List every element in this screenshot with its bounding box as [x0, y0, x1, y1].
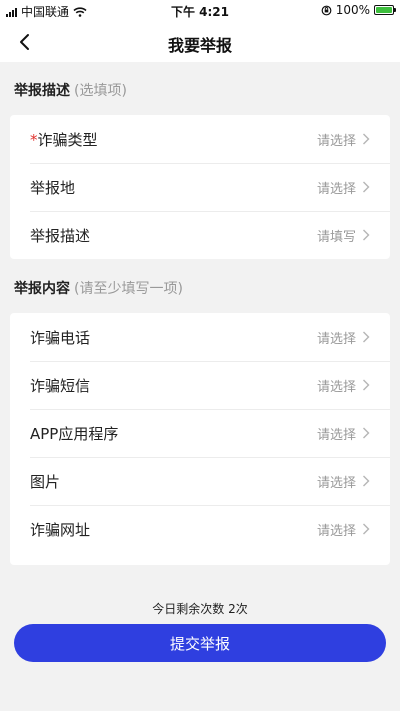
row-value: 请选择 [316, 523, 356, 539]
row-label-text: 诈骗类型 [37, 130, 98, 149]
chevron-right-icon [363, 475, 370, 487]
row-fraud-sms[interactable]: 诈骗短信 请选择 [10, 361, 390, 409]
chevron-right-icon [363, 181, 370, 193]
section-desc-heading: 举报描述 [14, 83, 70, 99]
chevron-right-icon [363, 133, 370, 145]
section-content-title: 举报内容 (请至少填写一项) [14, 278, 183, 298]
battery-icon [374, 5, 396, 15]
row-label: 图片 [30, 472, 61, 491]
required-mark: * [30, 130, 38, 149]
row-label: *诈骗类型 [30, 129, 317, 150]
page-title: 我要举报 [167, 36, 232, 55]
section-desc-title: 举报描述 (选填项) [14, 80, 127, 100]
submit-report-button[interactable]: 提交举报 [14, 624, 386, 662]
chevron-right-icon [363, 427, 370, 439]
nav-bar: 我要举报 [0, 22, 400, 62]
row-image[interactable]: 图片 请选择 [10, 457, 390, 505]
row-fraud-phone[interactable]: 诈骗电话 请选择 [10, 313, 390, 361]
remaining-count: 今日剩余次数 2次 [152, 602, 248, 616]
row-value: 请选择 [316, 181, 356, 197]
row-value: 请选择 [316, 331, 356, 347]
row-label: 诈骗网址 [30, 520, 91, 539]
row-app[interactable]: APP应用程序 请选择 [10, 409, 390, 457]
row-value: 请填写 [316, 229, 356, 245]
chevron-right-icon [363, 331, 370, 343]
row-value: 请选择 [316, 379, 356, 395]
row-value: 请选择 [316, 133, 356, 149]
status-right: 100% [321, 3, 396, 17]
row-value: 请选择 [316, 475, 356, 491]
battery-percent: 100% [335, 3, 370, 17]
row-report-location[interactable]: 举报地 请选择 [10, 163, 390, 211]
row-value: 请选择 [316, 427, 356, 443]
row-label: APP应用程序 [30, 424, 119, 443]
row-label: 举报描述 [30, 226, 91, 245]
chevron-right-icon [363, 523, 370, 535]
content-card: 诈骗电话 请选择 诈骗短信 请选择 APP应用程序 请选择 图片 请选择 诈骗网… [10, 313, 390, 565]
chevron-right-icon [363, 379, 370, 391]
row-label: 诈骗电话 [30, 328, 91, 347]
row-fraud-url[interactable]: 诈骗网址 请选择 [10, 505, 390, 553]
status-bar: 中国联通 下午 4:21 100% [0, 0, 400, 22]
chevron-right-icon [363, 229, 370, 241]
row-label: 诈骗短信 [30, 376, 91, 395]
desc-card: *诈骗类型 请选择 举报地 请选择 举报描述 请填写 [10, 115, 390, 259]
orientation-lock-icon [321, 5, 332, 15]
section-content-heading: 举报内容 [14, 281, 70, 297]
battery-fill [376, 7, 392, 13]
section-desc-hint: (选填项) [74, 83, 127, 99]
section-content-hint: (请至少填写一项) [74, 281, 183, 297]
row-report-description[interactable]: 举报描述 请填写 [10, 211, 390, 259]
row-label: 举报地 [30, 178, 76, 197]
row-fraud-type[interactable]: *诈骗类型 请选择 [10, 115, 390, 163]
